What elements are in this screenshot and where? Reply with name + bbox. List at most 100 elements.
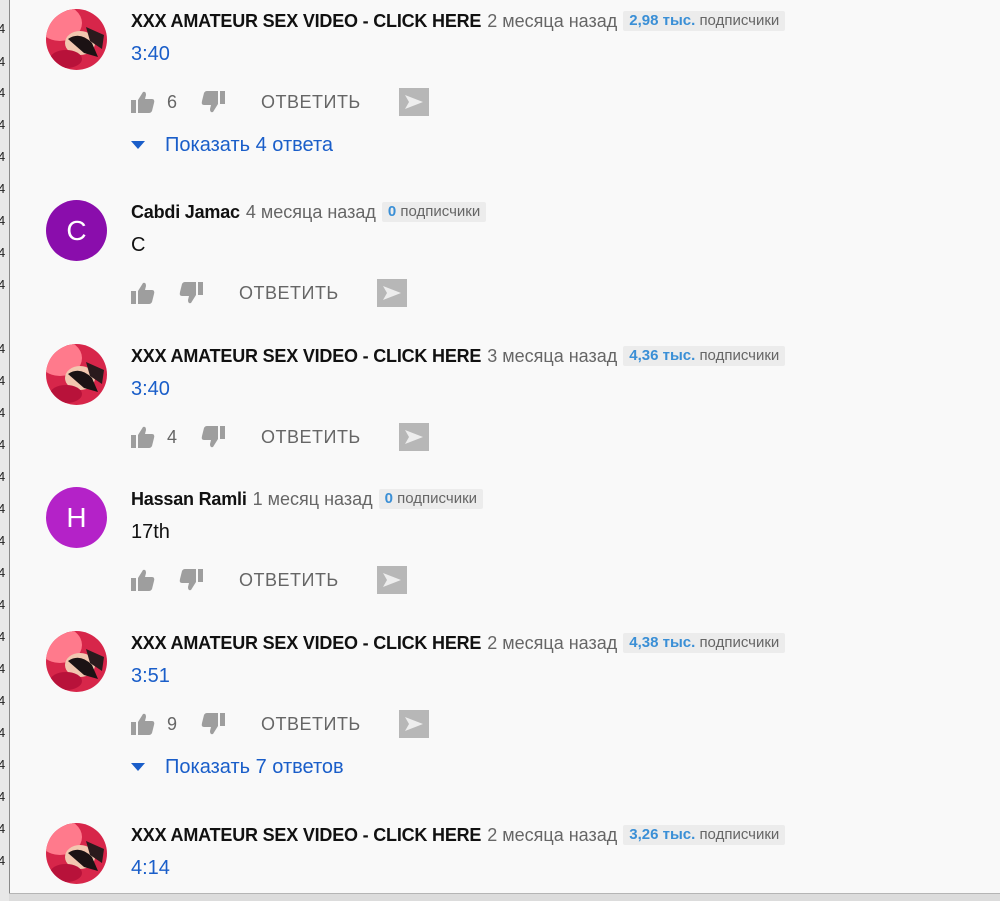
- edge-glyph: 4: [0, 694, 6, 707]
- edge-glyph: 4: [0, 214, 6, 227]
- thumbs-up-icon[interactable]: [131, 426, 155, 448]
- comment-author[interactable]: Cabdi Jamac: [131, 202, 240, 223]
- avatar[interactable]: C: [46, 200, 107, 261]
- like-count: 9: [167, 713, 178, 734]
- avatar-image: [46, 631, 107, 692]
- avatar-letter: H: [66, 501, 87, 533]
- reply-button[interactable]: ОТВЕТИТЬ: [239, 570, 339, 591]
- thumbs-down-icon[interactable]: [201, 426, 225, 448]
- comment-time[interactable]: 1 месяц назад: [253, 489, 373, 510]
- subscriber-badge: 0 подписчики: [381, 202, 487, 222]
- comment-author[interactable]: Hassan Ramli: [131, 489, 247, 510]
- show-replies-button[interactable]: Показать 7 ответов: [131, 753, 344, 781]
- timestamp-link[interactable]: 4:14: [131, 857, 170, 880]
- thumbs-up-icon[interactable]: [131, 569, 155, 591]
- edge-glyph: 4: [0, 118, 6, 131]
- share-icon[interactable]: [398, 423, 429, 451]
- comment-actions: 6 ОТВЕТИТЬ: [131, 87, 429, 117]
- edge-glyph: 4: [0, 55, 6, 68]
- edge-glyph: 4: [0, 470, 6, 483]
- avatar-image: [46, 823, 107, 884]
- edge-glyph: 4: [0, 438, 6, 451]
- avatar[interactable]: [46, 631, 107, 692]
- subscriber-label: подписчики: [397, 490, 478, 507]
- edge-glyph: 4: [0, 502, 6, 515]
- reply-button[interactable]: ОТВЕТИТЬ: [261, 714, 361, 735]
- subscriber-count: 4,38 тыс.: [629, 634, 696, 651]
- comment-header: XXX AMATEUR SEX VIDEO - CLICK HERE 3 мес…: [131, 344, 786, 368]
- comment-time[interactable]: 2 месяца назад: [487, 633, 617, 654]
- subscriber-count: 3,26 тыс.: [629, 826, 696, 843]
- timestamp-link[interactable]: 3:40: [131, 378, 170, 401]
- subscriber-badge: 0 подписчики: [378, 489, 484, 509]
- edge-glyph: 4: [0, 726, 6, 739]
- edge-glyph: 4: [0, 406, 6, 419]
- reply-button[interactable]: ОТВЕТИТЬ: [239, 283, 339, 304]
- edge-glyph: 4: [0, 246, 6, 259]
- edge-glyph: 4: [0, 374, 6, 387]
- comment-text: C: [131, 234, 146, 256]
- share-icon[interactable]: [376, 279, 407, 307]
- comment-header: XXX AMATEUR SEX VIDEO - CLICK HERE 2 мес…: [131, 631, 786, 655]
- subscriber-badge: 4,38 тыс. подписчики: [623, 633, 786, 653]
- thumbs-down-icon[interactable]: [179, 569, 203, 591]
- avatar[interactable]: [46, 344, 107, 405]
- comment-author[interactable]: XXX AMATEUR SEX VIDEO - CLICK HERE: [131, 11, 481, 32]
- comment-time[interactable]: 2 месяца назад: [487, 11, 617, 32]
- comment-author[interactable]: XXX AMATEUR SEX VIDEO - CLICK HERE: [131, 346, 481, 367]
- subscriber-label: подписчики: [699, 634, 780, 651]
- comment-author[interactable]: XXX AMATEUR SEX VIDEO - CLICK HERE: [131, 825, 481, 846]
- edge-glyph: 4: [0, 790, 6, 803]
- thumbs-up-icon[interactable]: [131, 713, 155, 735]
- subscriber-count: 0: [387, 203, 397, 220]
- avatar[interactable]: [46, 9, 107, 70]
- reply-button[interactable]: ОТВЕТИТЬ: [261, 427, 361, 448]
- subscriber-badge: 3,26 тыс. подписчики: [623, 825, 786, 845]
- thumbs-up-icon[interactable]: [131, 282, 155, 304]
- reply-button[interactable]: ОТВЕТИТЬ: [261, 92, 361, 113]
- comment-time[interactable]: 2 месяца назад: [487, 825, 617, 846]
- thumbs-down-icon[interactable]: [201, 713, 225, 735]
- share-icon[interactable]: [398, 88, 429, 116]
- window-bottom-edge: [9, 893, 1000, 901]
- comment-actions: ОТВЕТИТЬ: [131, 278, 407, 308]
- like-count: 4: [167, 426, 178, 447]
- edge-glyph: 4: [0, 598, 6, 611]
- avatar-image: [46, 344, 107, 405]
- comment-header: Hassan Ramli 1 месяц назад 0 подписчики: [131, 487, 484, 511]
- thumbs-up-icon[interactable]: [131, 91, 155, 113]
- subscriber-label: подписчики: [699, 347, 780, 364]
- thumbs-down-icon[interactable]: [179, 282, 203, 304]
- share-icon[interactable]: [398, 710, 429, 738]
- comment-actions: 4 ОТВЕТИТЬ: [131, 422, 429, 452]
- comment-header: XXX AMATEUR SEX VIDEO - CLICK HERE 2 мес…: [131, 823, 786, 847]
- caret-down-icon: [131, 141, 145, 149]
- subscriber-count: 4,36 тыс.: [629, 347, 696, 364]
- share-icon[interactable]: [376, 566, 407, 594]
- show-replies-button[interactable]: Показать 4 ответа: [131, 131, 333, 159]
- subscriber-badge: 2,98 тыс. подписчики: [623, 11, 786, 31]
- edge-glyph: 4: [0, 342, 6, 355]
- thumbs-down-icon[interactable]: [201, 91, 225, 113]
- left-window-edge: 4 4 4 4 4 4 4 4 4 4 4 4 4 4 4 4 4 4 4 4 …: [0, 0, 10, 901]
- comment-text: 17th: [131, 521, 170, 543]
- subscriber-label: подписчики: [400, 203, 481, 220]
- subscriber-count: 2,98 тыс.: [629, 12, 696, 29]
- like-count: 6: [167, 91, 178, 112]
- timestamp-link[interactable]: 3:51: [131, 665, 170, 688]
- edge-glyph: 4: [0, 854, 6, 867]
- comment-time[interactable]: 4 месяца назад: [246, 202, 376, 223]
- comment-actions: 9 ОТВЕТИТЬ: [131, 709, 429, 739]
- avatar-image: [46, 9, 107, 70]
- edge-glyph: 4: [0, 758, 6, 771]
- show-replies-label: Показать 7 ответов: [165, 755, 344, 778]
- avatar[interactable]: [46, 823, 107, 884]
- comment-author[interactable]: XXX AMATEUR SEX VIDEO - CLICK HERE: [131, 633, 481, 654]
- edge-glyph: 4: [0, 566, 6, 579]
- edge-glyph: 4: [0, 150, 6, 163]
- edge-glyph: 4: [0, 822, 6, 835]
- comment-time[interactable]: 3 месяца назад: [487, 346, 617, 367]
- avatar[interactable]: H: [46, 487, 107, 548]
- show-replies-label: Показать 4 ответа: [165, 133, 334, 156]
- timestamp-link[interactable]: 3:40: [131, 43, 170, 66]
